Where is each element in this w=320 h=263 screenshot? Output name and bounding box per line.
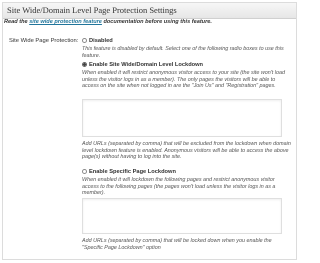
option-disabled[interactable]: Disabled xyxy=(82,38,113,44)
specific-pages-textarea[interactable] xyxy=(82,198,282,234)
specific-pages-help: Add URLs (separated by comma) that will … xyxy=(82,238,272,251)
option-disabled-label: Disabled xyxy=(89,38,113,44)
documentation-link[interactable]: site wide protection feature xyxy=(29,19,102,25)
option-specific-description: When enabled it will lockdown the follow… xyxy=(82,177,276,197)
option-disabled-description: This feature is disabled by default. Sel… xyxy=(82,46,284,59)
lockdown-exclusion-textarea[interactable] xyxy=(82,99,282,137)
option-specific[interactable]: Enable Specific Page Lockdown xyxy=(82,169,176,175)
notice-prefix: Read the xyxy=(4,19,30,25)
lockdown-exclusion-help: Add URLs (separated by comma) that will … xyxy=(82,141,291,161)
option-specific-label: Enable Specific Page Lockdown xyxy=(89,169,176,175)
documentation-notice: Read the site wide protection feature do… xyxy=(4,19,292,25)
option-lockdown[interactable]: Enable Site Wide/Domain Level Lockdown xyxy=(82,62,203,68)
option-lockdown-label: Enable Site Wide/Domain Level Lockdown xyxy=(89,62,204,68)
notice-suffix: documentation before using this feature. xyxy=(101,19,212,25)
radio-lockdown[interactable] xyxy=(82,62,87,67)
field-label: Site Wide Page Protection: xyxy=(9,38,79,44)
option-lockdown-description: When enabled it will restrict anonymous … xyxy=(82,70,285,90)
panel-title: Site Wide/Domain Level Page Protection S… xyxy=(3,3,296,19)
radio-disabled[interactable] xyxy=(82,38,87,43)
radio-specific[interactable] xyxy=(82,169,87,174)
